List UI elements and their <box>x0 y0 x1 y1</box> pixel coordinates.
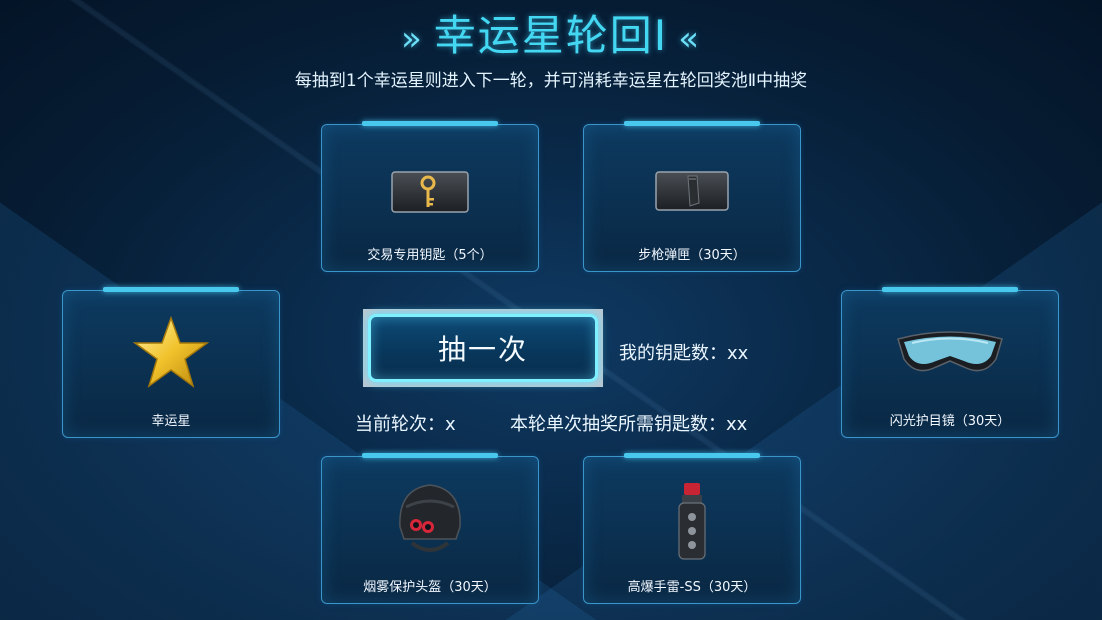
prize-label: 烟雾保护头盔（30天） <box>363 580 497 595</box>
current-round: 当前轮次：x <box>355 414 456 435</box>
prize-card-star: 幸运星 <box>62 287 280 438</box>
goggles-icon <box>892 325 1008 385</box>
prize-card-helmet: 烟雾保护头盔（30天） <box>321 453 539 604</box>
rifle-magazine-icon <box>655 171 729 215</box>
helmet-icon <box>390 477 470 569</box>
title-text: 幸运星轮回Ⅰ <box>433 11 669 60</box>
chevron-right-icon: » <box>400 19 424 59</box>
keys-per-draw: 本轮单次抽奖所需钥匙数：xx <box>510 414 748 435</box>
prize-label: 幸运星 <box>151 414 191 429</box>
prize-label: 步枪弹匣（30天） <box>638 248 746 263</box>
prize-card-magazine: 步枪弹匣（30天） <box>583 121 801 272</box>
prize-label: 高爆手雷-SS（30天） <box>627 580 757 595</box>
chevron-left-icon: « <box>678 19 701 59</box>
prize-label: 交易专用钥匙（5个） <box>367 248 493 263</box>
key-icon <box>391 171 469 217</box>
prize-card-grenade: 高爆手雷-SS（30天） <box>583 453 801 604</box>
subtitle: 每抽到1个幸运星则进入下一轮，并可消耗幸运星在轮回奖池Ⅱ中抽奖 <box>294 71 808 91</box>
grenade-icon <box>672 481 712 571</box>
prize-label: 闪光护目镜（30天） <box>889 414 1011 429</box>
star-icon <box>132 315 210 395</box>
draw-once-label: 抽一次 <box>368 314 598 382</box>
prize-card-goggles: 闪光护目镜（30天） <box>841 287 1059 438</box>
draw-once-button[interactable]: 抽一次 <box>363 309 603 387</box>
prize-card-key: 交易专用钥匙（5个） <box>321 121 539 272</box>
page-title: » 幸运星轮回Ⅰ « <box>0 2 1102 63</box>
my-keys-count: 我的钥匙数：xx <box>619 343 749 364</box>
